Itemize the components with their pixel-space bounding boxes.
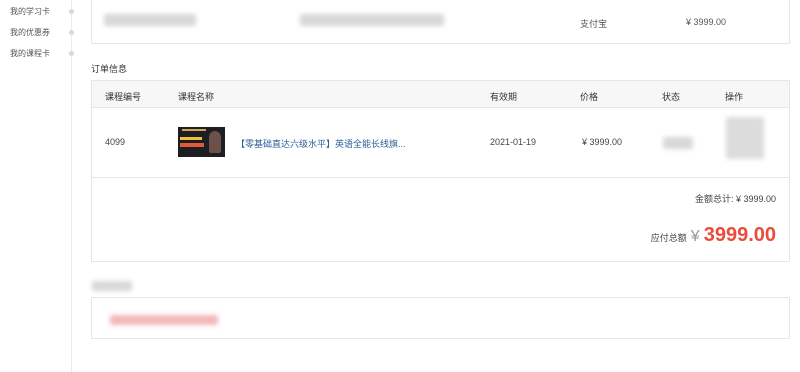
sidebar-item-coupons[interactable]: 我的优惠券 — [10, 25, 74, 39]
redacted-action-button[interactable] — [726, 117, 764, 159]
thumbnail-banner — [182, 129, 206, 131]
sidebar-item-learning-card[interactable]: 我的学习卡 — [10, 4, 74, 18]
column-header: 价格 — [580, 92, 599, 102]
section-title: 订单信息 — [91, 64, 128, 74]
column-header: 操作 — [725, 92, 744, 102]
sidebar-item-course-card[interactable]: 我的课程卡 — [10, 46, 74, 60]
order-table: 课程编号 课程名称 有效期 价格 状态 操作 4099 【零基础直达六级水平】英… — [91, 80, 790, 262]
payment-amount: ¥ 3999.00 — [686, 17, 727, 27]
dot-icon — [69, 8, 74, 14]
sidebar-item-label: 我的课程卡 — [10, 48, 50, 58]
course-name-link[interactable]: 【零基础直达六级水平】英语全能长线旗... — [236, 137, 406, 150]
currency-symbol: ¥ — [690, 228, 700, 245]
amount-due-value: 3999.00 — [703, 224, 776, 246]
column-header: 状态 — [662, 92, 681, 102]
thumbnail-text — [180, 137, 202, 140]
amount-total: 金额总计: ¥ 3999.00 — [694, 194, 776, 204]
dot-icon — [69, 29, 74, 35]
thumbnail-text — [180, 143, 204, 147]
redacted-field — [300, 14, 444, 26]
payment-method: 支付宝 — [580, 19, 608, 29]
column-header: 课程编号 — [105, 92, 142, 102]
amount-due: 应付总额 ¥ 3999.00 — [651, 224, 776, 247]
redacted-field — [104, 14, 196, 26]
redacted-status — [663, 137, 693, 149]
table-header: 课程编号 课程名称 有效期 价格 状态 操作 — [92, 81, 789, 108]
redacted-heading — [92, 281, 132, 291]
course-thumbnail[interactable] — [178, 127, 225, 157]
course-expiry: 2021-01-19 — [490, 137, 537, 147]
payment-info-box: 支付宝 ¥ 3999.00 — [91, 0, 790, 44]
table-row: 4099 【零基础直达六级水平】英语全能长线旗... 2021-01-19 ¥ … — [92, 108, 789, 178]
column-header: 有效期 — [490, 92, 518, 102]
sidebar: 我的学习卡 我的优惠券 我的课程卡 — [0, 0, 74, 372]
amount-due-label: 应付总额 — [650, 233, 687, 243]
column-header: 课程名称 — [178, 92, 215, 102]
course-id: 4099 — [105, 137, 126, 147]
sidebar-item-label: 我的优惠券 — [10, 27, 50, 37]
dot-icon — [69, 50, 74, 56]
remark-box — [91, 297, 790, 339]
course-price: ¥ 3999.00 — [582, 137, 623, 147]
sidebar-item-label: 我的学习卡 — [10, 6, 50, 16]
thumbnail-portrait — [209, 131, 221, 153]
redacted-remark — [110, 315, 218, 325]
